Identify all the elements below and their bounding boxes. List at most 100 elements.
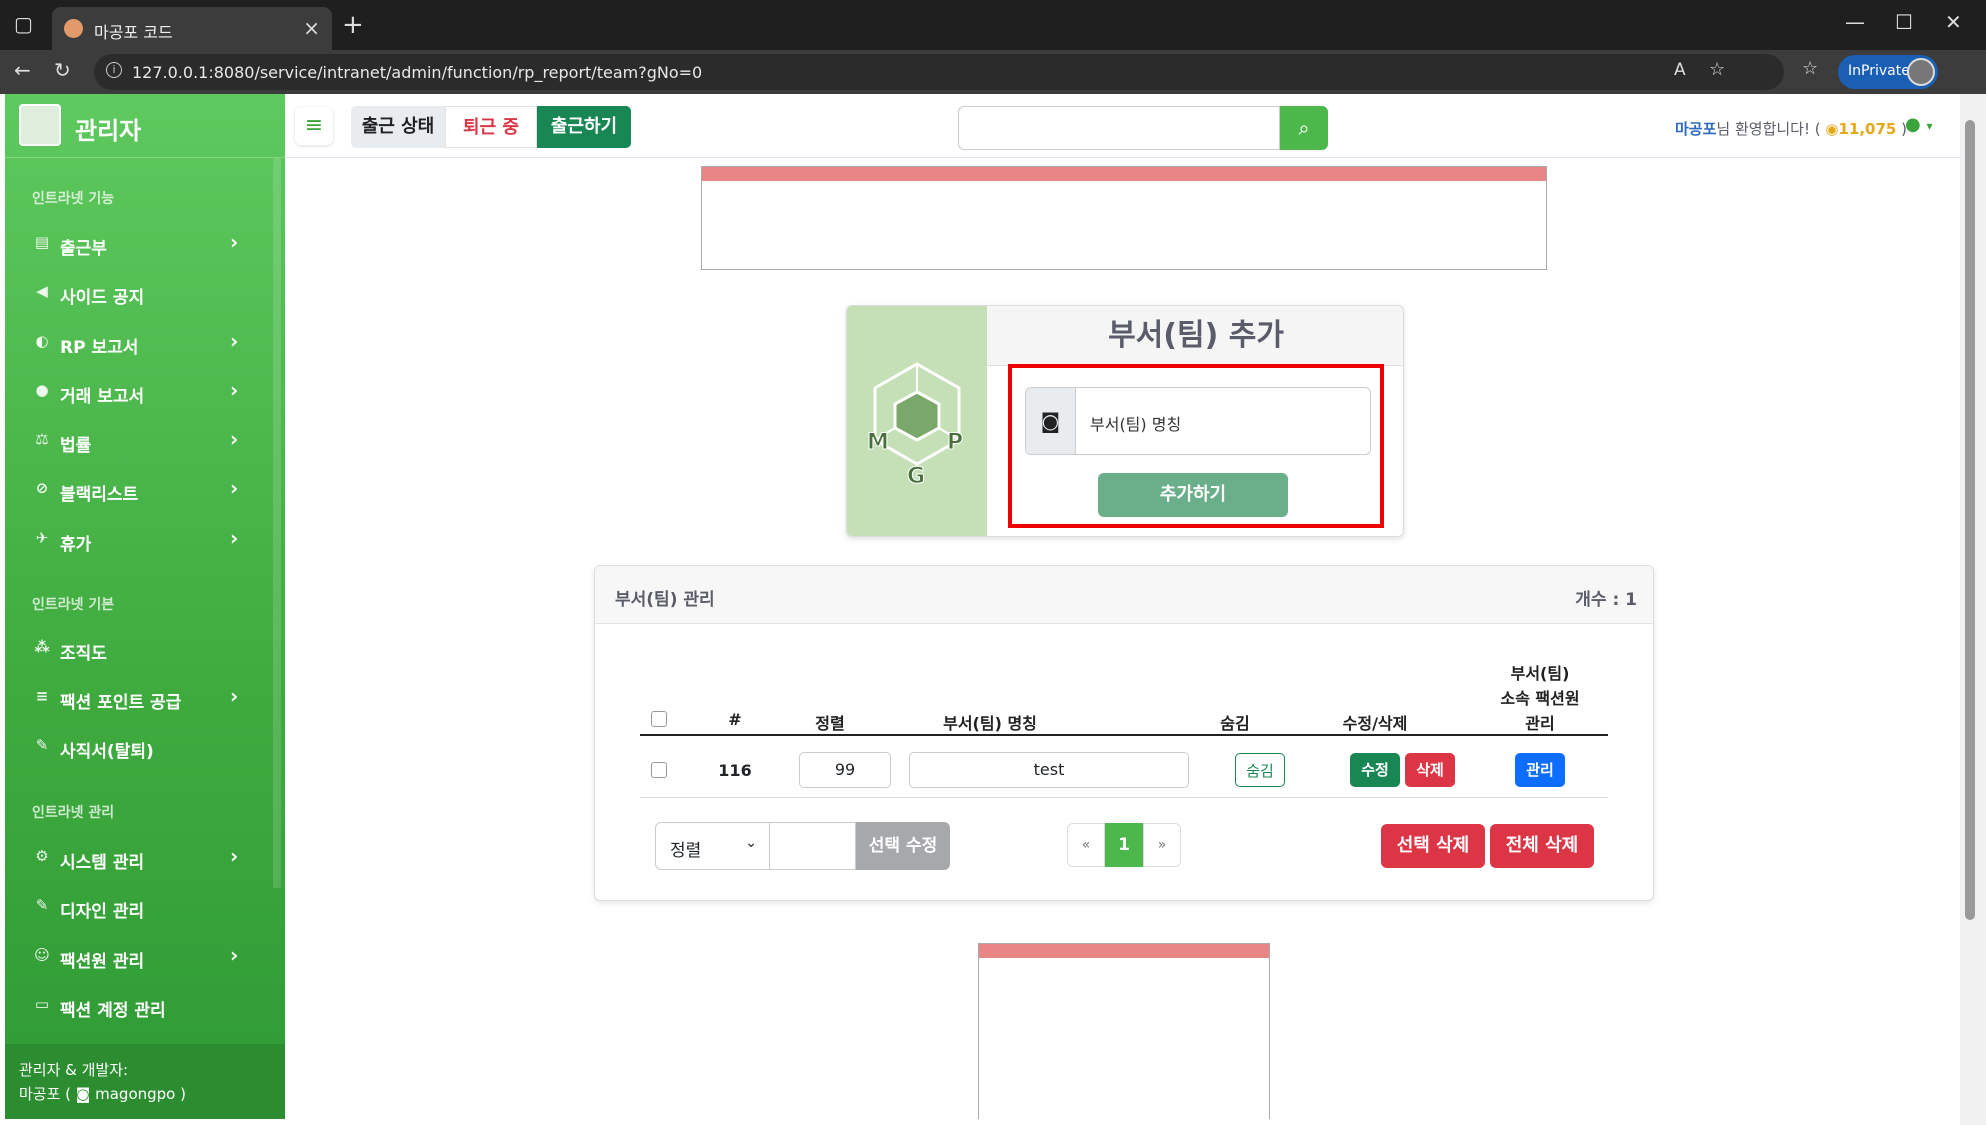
read-aloud-icon[interactable]: A [1674,60,1686,80]
chevron-right-icon: › [230,526,239,550]
delete-selected-button[interactable]: 선택 삭제 [1381,824,1485,868]
coins-icon: ≡ [35,687,49,705]
site-info-icon[interactable]: i [106,62,122,78]
browser-tab-bar: ▢ 마공포 코드 × + — ☐ ✕ [0,0,1986,50]
sidebar-brand[interactable]: 관리자 [5,94,285,158]
plane-icon: ✈ [35,529,49,547]
sidebar-item-org-chart[interactable]: ⁂ 조직도 [5,629,275,669]
caret-down-icon: ▾ [1926,119,1933,133]
section-heading: 인트라넷 관리 [32,805,115,821]
team-name-input[interactable]: ◙ 부서(팀) 명칭 [1025,387,1371,455]
select-all-checkbox[interactable] [651,711,667,727]
sort-value-input[interactable] [770,822,856,870]
svg-text:M: M [867,430,889,455]
close-tab-icon[interactable]: × [303,16,320,40]
sidebar-item-label: 시스템 관리 [60,853,145,873]
reload-icon[interactable]: ↻ [54,58,71,82]
sidebar-item-accounts[interactable]: ▭ 팩션 계정 관리 [5,986,275,1026]
sidebar-item-vacation[interactable]: ✈ 휴가 › [5,520,275,560]
page-scrollbar-thumb[interactable] [1965,120,1975,920]
profile-avatar [1907,58,1935,86]
pen-icon: ✎ [35,736,49,754]
brush-icon: ✎ [35,896,49,914]
sidebar-toggle-icon[interactable]: ▢ [14,12,33,36]
page-current[interactable]: 1 [1105,823,1143,867]
favorite-star-icon[interactable]: ☆ [1709,59,1725,80]
sidebar-item-side-notice[interactable]: ◀ 사이드 공지 [5,273,275,313]
megaphone-icon: ◀ [36,282,48,300]
sidebar-item-faction-points[interactable]: ≡ 팩션 포인트 공급 › [5,678,275,718]
sidebar-item-law[interactable]: ⚖ 법률 › [5,421,275,461]
sidebar-item-rp-report[interactable]: ◐ RP 보고서 › [5,323,275,363]
inprivate-badge[interactable]: InPrivate [1838,55,1938,89]
sidebar-item-label: 거래 보고서 [60,387,145,407]
scale-icon: ⚖ [35,430,49,448]
footer-discord[interactable]: magongpo [95,1085,175,1103]
coin-icon: ◉ [1825,120,1839,138]
bulk-edit-button[interactable]: 선택 수정 [856,822,950,870]
page-next[interactable]: » [1143,823,1181,867]
clock-in-button[interactable]: 출근하기 [537,106,631,148]
chevron-right-icon: › [230,230,239,254]
hide-button[interactable]: 숨김 [1235,753,1285,787]
search-input[interactable] [958,106,1280,150]
sidebar-item-design[interactable]: ✎ 디자인 관리 [5,887,275,927]
sidebar: 관리자 인트라넷 기능 ▤ 출근부 › ◀ 사이드 공지 ◐ RP 보고서 › ● 거래 보… [5,94,285,1119]
chevron-right-icon: › [230,943,239,967]
ad-banner-top [701,166,1547,270]
browser-tab[interactable]: 마공포 코드 × [52,7,332,50]
sidebar-item-blacklist[interactable]: ⊘ 블랙리스트 › [5,470,275,510]
sidebar-item-system[interactable]: ⚙ 시스템 관리 › [5,838,275,878]
new-tab-icon[interactable]: + [342,10,364,40]
brand-logo [19,104,61,146]
delete-button[interactable]: 삭제 [1405,753,1455,787]
team-name-field[interactable]: test [909,752,1189,788]
sort-select[interactable]: 정렬 ⌄ [655,822,770,870]
welcome-message: 마공포님 환영합니다! ( ◉11,075 ) [1675,118,1907,139]
ad-banner-bottom [978,943,1270,1119]
search-button[interactable]: ⌕ [1280,106,1328,150]
col-members-l3: 관리 [1525,714,1555,733]
col-hide: 숨김 [1220,714,1250,733]
favicon-icon [64,19,83,38]
sidebar-item-label: 팩션 포인트 공급 [60,693,182,713]
sidebar-item-members[interactable]: ☺ 팩션원 관리 › [5,937,275,977]
sidebar-item-attendance[interactable]: ▤ 출근부 › [5,224,275,264]
sidebar-item-trade-report[interactable]: ● 거래 보고서 › [5,372,275,412]
brand-name: 관리자 [75,117,142,145]
user-menu-dropdown[interactable]: ● ▾ [1905,114,1932,135]
book-icon: ▤ [34,233,50,251]
sidebar-item-label: 출근부 [60,239,107,259]
gear-icon: ⚙ [35,847,49,865]
money-bag-icon: ● [35,381,49,399]
sort-order-input[interactable]: 99 [799,752,891,788]
menu-toggle-button[interactable]: ≡ [295,107,333,145]
sidebar-item-resignation[interactable]: ✎ 사직서(탈퇴) [5,727,275,767]
back-icon[interactable]: ← [14,58,31,82]
col-num: # [728,710,742,729]
row-checkbox[interactable] [651,762,667,778]
off-work-status: 퇴근 중 [445,106,537,148]
card-logo-image: M G P [847,306,987,536]
edit-button[interactable]: 수정 [1350,753,1400,787]
add-team-button[interactable]: 추가하기 [1098,473,1288,517]
sidebar-footer: 관리자 & 개발자: 마공포 ( ◙ magongpo ) [5,1044,285,1119]
discord-icon: ◙ [75,1085,96,1103]
col-name: 부서(팀) 명칭 [943,714,1037,733]
user-gear-icon: ☺ [34,946,50,964]
manage-members-button[interactable]: 관리 [1515,753,1565,787]
chevron-right-icon: › [230,844,239,868]
sidebar-item-label: 사직서(탈퇴) [60,742,154,762]
favorites-icon[interactable]: ☆ [1802,58,1818,79]
delete-all-button[interactable]: 전체 삭제 [1490,824,1594,868]
page-prev[interactable]: « [1067,823,1105,867]
col-sort: 정렬 [815,714,845,733]
maximize-icon[interactable]: ☐ [1895,10,1913,34]
minimize-icon[interactable]: — [1845,10,1865,34]
panel-title: 부서(팀) 관리 [615,590,715,610]
url-field[interactable]: i 127.0.0.1:8080/service/intranet/admin/f… [94,54,1784,90]
close-window-icon[interactable]: ✕ [1945,10,1962,34]
ad-banner-bar [979,944,1269,958]
chevron-right-icon: › [230,427,239,451]
section-heading: 인트라넷 기본 [32,597,115,613]
